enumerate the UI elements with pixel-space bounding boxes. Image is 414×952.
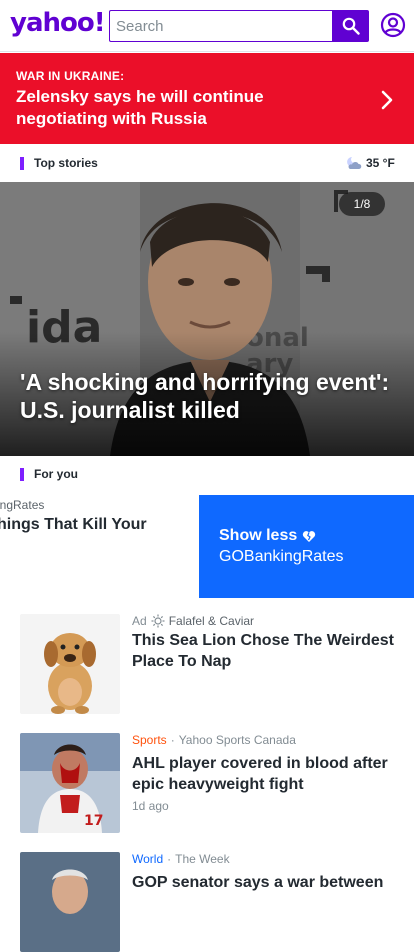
story-meta: Sports · Yahoo Sports Canada xyxy=(132,733,296,747)
thumbnail[interactable] xyxy=(20,614,120,714)
swiped-story[interactable]: ingRates hings That Kill Your Show less … xyxy=(0,495,414,598)
top-bar: yahoo! xyxy=(0,0,414,52)
slide-counter: 1/8 xyxy=(339,192,385,216)
category-sports[interactable]: Sports xyxy=(132,733,167,747)
section-marker xyxy=(20,468,24,481)
show-less-label: Show less xyxy=(219,527,298,544)
for-you-title: For you xyxy=(34,467,78,481)
section-marker xyxy=(20,157,24,170)
story-headline[interactable]: GOP senator says a war between xyxy=(132,872,400,893)
story-source: ingRates xyxy=(0,498,45,512)
breaking-kicker: WAR IN UKRAINE: xyxy=(16,69,125,83)
story-headline[interactable]: This Sea Lion Chose The Weirdest Place T… xyxy=(132,630,400,672)
search-icon xyxy=(342,17,360,35)
moon-cloud-icon xyxy=(347,157,362,169)
breaking-headline[interactable]: Zelensky says he will continue negotiati… xyxy=(16,86,356,130)
timestamp: 1d ago xyxy=(132,799,169,813)
story-source: Falafel & Caviar xyxy=(168,614,255,628)
list-item[interactable]: 17 Sports · Yahoo Sports Canada AHL play… xyxy=(20,733,400,833)
story-headline[interactable]: hings That Kill Your xyxy=(0,516,147,534)
show-less-button[interactable]: Show less xyxy=(219,527,316,545)
story-meta: Ad Falafel & Caviar xyxy=(132,614,254,628)
story-source: Yahoo Sports Canada xyxy=(178,733,296,747)
broken-heart-icon xyxy=(303,530,316,542)
puppy-image xyxy=(20,614,120,714)
hero-headline[interactable]: 'A shocking and horrifying event': U.S. … xyxy=(20,368,400,424)
meta-separator: · xyxy=(167,852,172,866)
search-button[interactable] xyxy=(332,10,369,42)
list-item[interactable]: World · The Week GOP senator says a war … xyxy=(20,852,400,952)
senator-image xyxy=(20,852,120,952)
account-icon[interactable] xyxy=(380,12,406,38)
breaking-news-banner[interactable]: WAR IN UKRAINE: Zelensky says he will co… xyxy=(0,53,414,144)
story-source: The Week xyxy=(175,852,230,866)
list-item[interactable]: Ad Falafel & Caviar This Sea Lion Chose … xyxy=(20,614,400,714)
ad-label: Ad xyxy=(132,614,147,628)
top-stories-title: Top stories xyxy=(34,156,98,170)
top-stories-header: Top stories 35 °F xyxy=(0,146,414,182)
search-input[interactable] xyxy=(109,10,333,42)
meta-separator: · xyxy=(170,733,175,747)
yahoo-logo[interactable]: yahoo! xyxy=(10,8,106,38)
category-world[interactable]: World xyxy=(132,852,163,866)
story-meta: World · The Week xyxy=(132,852,230,866)
hero-story[interactable]: ida onal ary 1/8 'A shocking and horrify… xyxy=(0,182,414,456)
hockey-player-image: 17 xyxy=(20,733,120,833)
thumbnail[interactable]: 17 xyxy=(20,733,120,833)
chevron-right-icon[interactable] xyxy=(380,89,394,111)
temperature: 35 °F xyxy=(366,156,395,170)
story-headline[interactable]: AHL player covered in blood after epic h… xyxy=(132,753,400,795)
thumbnail[interactable] xyxy=(20,852,120,952)
show-less-panel[interactable]: Show less GOBankingRates xyxy=(199,495,414,598)
sun-icon xyxy=(151,614,165,628)
show-less-source: GOBankingRates xyxy=(219,548,344,565)
svg-text:17: 17 xyxy=(84,813,103,829)
weather-widget[interactable]: 35 °F xyxy=(346,156,395,170)
for-you-header: For you xyxy=(0,457,414,493)
